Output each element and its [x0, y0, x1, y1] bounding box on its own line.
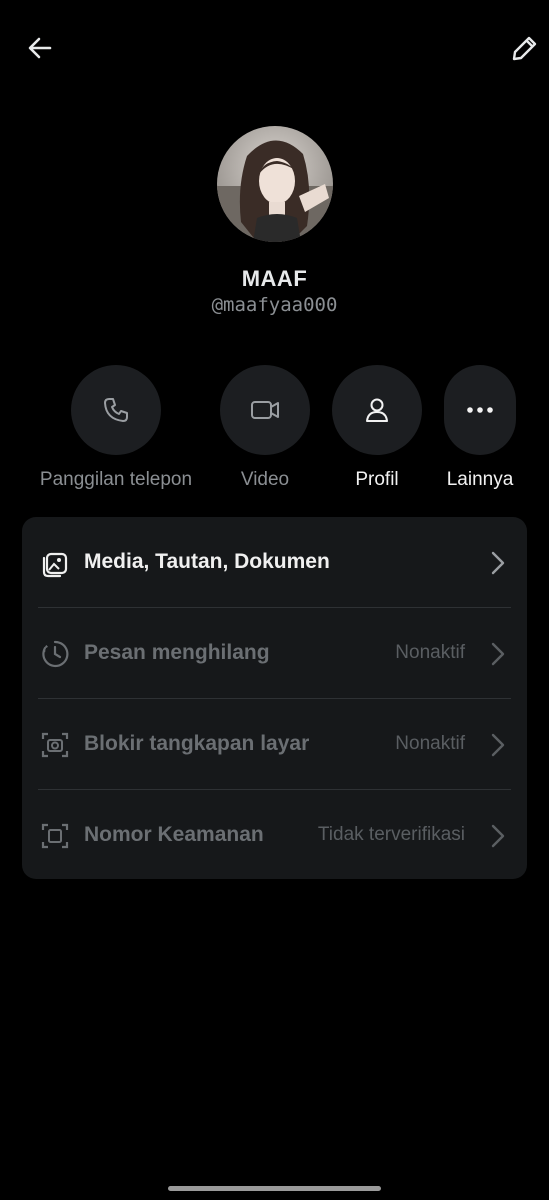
settings-card: Media, Tautan, Dokumen Pesan menghilang …: [22, 517, 527, 879]
profile-circle[interactable]: [332, 365, 422, 455]
person-icon: [366, 398, 388, 422]
more-dots-icon: [467, 407, 493, 413]
video-label: Video: [240, 469, 290, 490]
avatar-photo: [217, 126, 333, 242]
chevron-right-icon: [491, 824, 505, 848]
more-label: Lainnya: [446, 469, 514, 490]
settings-row-value: Tidak terverifikasi: [317, 824, 465, 845]
more-circle[interactable]: [444, 365, 516, 455]
settings-row-value: Nonaktif: [395, 642, 465, 663]
call-circle[interactable]: [71, 365, 161, 455]
video-circle[interactable]: [220, 365, 310, 455]
profile-name: MAAF: [241, 266, 308, 291]
settings-row-disappearing[interactable]: Pesan menghilang Nonaktif: [22, 608, 527, 698]
arrow-left-icon: [28, 37, 52, 59]
settings-row-label: Blokir tangkapan layar: [84, 732, 310, 755]
back-button[interactable]: [20, 28, 60, 68]
settings-row-security-number[interactable]: Nomor Keamanan Tidak terverifikasi: [22, 790, 527, 879]
settings-row-media[interactable]: Media, Tautan, Dokumen: [22, 517, 527, 607]
video-camera-icon: [251, 401, 279, 419]
settings-row-label: Nomor Keamanan: [84, 823, 264, 846]
video-button[interactable]: Video: [220, 365, 310, 491]
settings-row-screenshot[interactable]: Blokir tangkapan layar Nonaktif: [22, 699, 527, 789]
profile-label: Profil: [355, 469, 399, 490]
more-button[interactable]: Lainnya: [442, 365, 518, 491]
media-gallery-icon: [42, 552, 68, 578]
settings-row-value: Nonaktif: [395, 733, 465, 754]
phone-icon: [104, 398, 128, 422]
pencil-icon: [512, 36, 537, 61]
security-number-icon: [41, 823, 69, 849]
home-indicator[interactable]: [168, 1186, 381, 1191]
avatar[interactable]: [217, 126, 333, 242]
chevron-right-icon: [491, 642, 505, 666]
edit-button[interactable]: [505, 28, 545, 68]
chevron-right-icon: [491, 551, 505, 575]
profile-button[interactable]: Profil: [332, 365, 422, 491]
settings-row-label: Pesan menghilang: [84, 641, 270, 664]
settings-row-label: Media, Tautan, Dokumen: [84, 550, 330, 573]
chevron-right-icon: [491, 733, 505, 757]
call-label: Panggilan telepon: [39, 469, 193, 490]
screenshot-block-icon: [41, 732, 69, 758]
timer-icon: [42, 640, 69, 668]
call-button[interactable]: Panggilan telepon: [35, 365, 197, 491]
profile-handle: @maafyaa000: [211, 294, 338, 316]
